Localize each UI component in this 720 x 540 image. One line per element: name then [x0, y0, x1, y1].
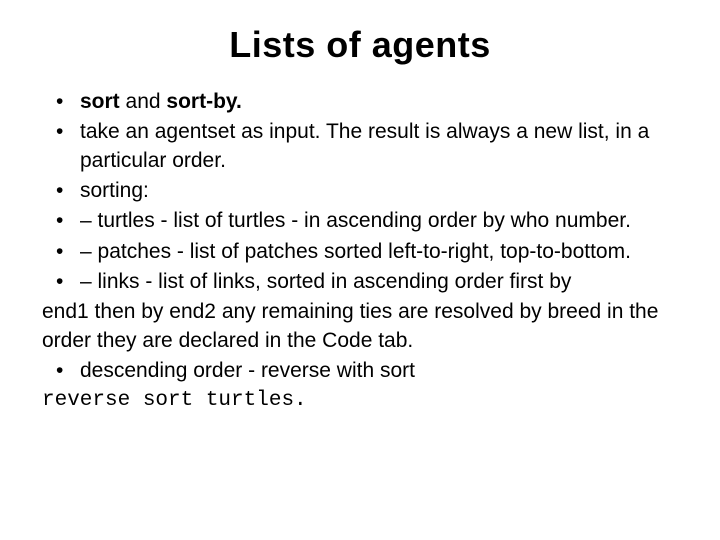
- list-item: sorting:: [52, 177, 680, 205]
- code-line: reverse sort turtles.: [40, 387, 680, 415]
- text: and: [120, 90, 167, 113]
- list-item: – links - list of links, sorted in ascen…: [52, 268, 680, 296]
- bold-text: sort: [80, 90, 120, 113]
- bold-text: sort-by.: [166, 90, 241, 113]
- bullet-list: sort and sort-by. take an agentset as in…: [40, 88, 680, 296]
- slide: Lists of agents sort and sort-by. take a…: [0, 0, 720, 540]
- continuation-text: end1 then by end2 any remaining ties are…: [40, 298, 680, 355]
- list-item: – turtles - list of turtles - in ascendi…: [52, 207, 680, 235]
- list-item: descending order - reverse with sort: [52, 357, 680, 385]
- list-item: – patches - list of patches sorted left-…: [52, 238, 680, 266]
- list-item: sort and sort-by.: [52, 88, 680, 116]
- list-item: take an agentset as input. The result is…: [52, 118, 680, 175]
- bullet-list: descending order - reverse with sort: [40, 357, 680, 385]
- slide-title: Lists of agents: [40, 24, 680, 66]
